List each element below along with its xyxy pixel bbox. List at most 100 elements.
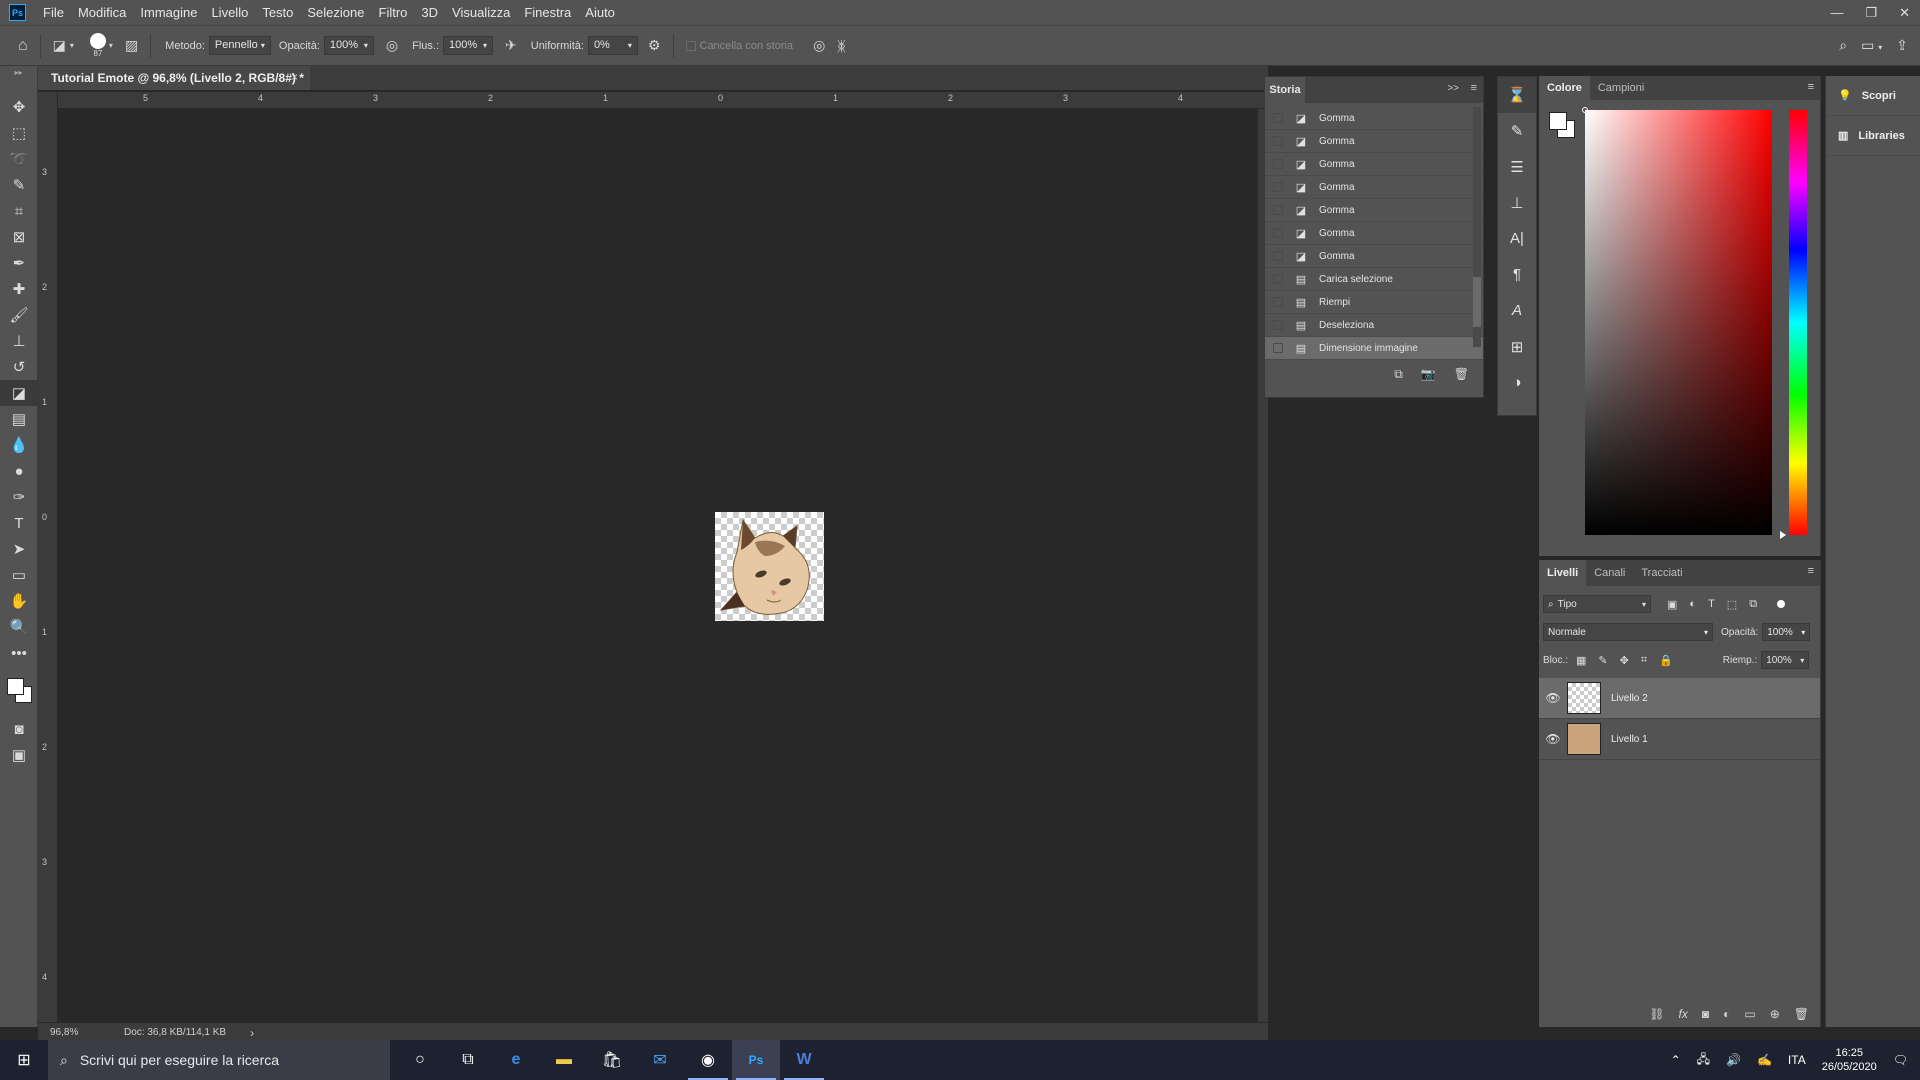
- dodge-tool-icon[interactable]: ●: [0, 458, 38, 484]
- new-document-from-state-icon[interactable]: ⧉: [1394, 367, 1403, 382]
- history-step[interactable]: ◪ Gomma: [1265, 107, 1483, 130]
- pressure-size-icon[interactable]: ◎: [813, 37, 825, 54]
- type-tool-icon[interactable]: T: [0, 510, 38, 536]
- color-picker-field[interactable]: [1585, 110, 1772, 535]
- pen-tool-icon[interactable]: ✑: [0, 484, 38, 510]
- panel-menu-icon[interactable]: ≡: [1808, 565, 1814, 577]
- layer-row[interactable]: 👁 Livello 2: [1539, 678, 1820, 719]
- notifications-icon[interactable]: 🗨: [1893, 1053, 1908, 1067]
- zoom-level[interactable]: 96,8%: [50, 1027, 110, 1038]
- menu-file[interactable]: File: [36, 0, 71, 25]
- filter-adjustment-icon[interactable]: ◐: [1689, 598, 1696, 611]
- foreground-color-swatch[interactable]: [7, 678, 24, 695]
- trash-icon[interactable]: 🗑: [1454, 367, 1469, 381]
- history-step[interactable]: ◪ Gomma: [1265, 176, 1483, 199]
- eyedropper-tool-icon[interactable]: ✒: [0, 250, 38, 276]
- lock-transparency-icon[interactable]: ▦: [1576, 654, 1586, 667]
- method-select[interactable]: Pennello ▾: [208, 36, 271, 55]
- filter-smart-object-icon[interactable]: ⧉: [1749, 598, 1757, 611]
- history-source-checkbox[interactable]: [1273, 343, 1283, 353]
- tab-storia[interactable]: Storia: [1265, 77, 1305, 103]
- history-source-checkbox[interactable]: [1273, 320, 1283, 330]
- color-swatches[interactable]: [0, 666, 37, 716]
- symmetry-icon[interactable]: ᛤ: [837, 38, 845, 54]
- workspace-icon[interactable]: ▭ ▾: [1861, 37, 1882, 54]
- clock[interactable]: 16:25 26/05/2020: [1822, 1046, 1877, 1074]
- menu-filtro[interactable]: Filtro: [372, 0, 415, 25]
- status-menu-arrow[interactable]: ›: [250, 1026, 254, 1040]
- brush-settings-panel-icon[interactable]: ✎: [1498, 113, 1536, 149]
- menu-selezione[interactable]: Selezione: [300, 0, 371, 25]
- fill-field[interactable]: 100% ▾: [1761, 651, 1810, 669]
- opacity-field[interactable]: 100% ▾: [323, 36, 374, 55]
- layer-filter-select[interactable]: ⌕ Tipo ▾: [1543, 595, 1651, 613]
- smoothing-field[interactable]: 0% ▾: [587, 36, 638, 55]
- frame-tool-icon[interactable]: ⊠: [0, 224, 38, 250]
- pressure-opacity-icon[interactable]: ◎: [386, 37, 398, 54]
- paragraph-panel-icon[interactable]: ¶: [1498, 257, 1536, 293]
- hue-slider[interactable]: [1789, 110, 1807, 535]
- document-canvas[interactable]: [715, 512, 824, 621]
- panel-menu-icon[interactable]: ≡: [1471, 82, 1477, 94]
- menu-3d[interactable]: 3D: [414, 0, 445, 25]
- history-step-current[interactable]: ▤ Dimensione immagine: [1265, 337, 1483, 360]
- network-icon[interactable]: 🖧: [1697, 1050, 1710, 1071]
- layer-opacity-field[interactable]: 100% ▾: [1762, 623, 1811, 641]
- history-step[interactable]: ◪ Gomma: [1265, 199, 1483, 222]
- tab-campioni[interactable]: Campioni: [1590, 76, 1652, 100]
- history-source-checkbox[interactable]: [1273, 228, 1283, 238]
- menu-testo[interactable]: Testo: [255, 0, 300, 25]
- add-mask-icon[interactable]: ◙: [1702, 1007, 1709, 1021]
- chevron-up-icon[interactable]: ⌃: [1671, 1053, 1681, 1067]
- close-window-icon[interactable]: ✕: [1899, 5, 1910, 21]
- eraser-tool-icon[interactable]: ◪: [0, 380, 38, 406]
- filter-shape-icon[interactable]: ⬚: [1727, 598, 1737, 611]
- adjustment-layer-icon[interactable]: ◐: [1723, 1007, 1730, 1021]
- menu-finestra[interactable]: Finestra: [517, 0, 578, 25]
- discover-button[interactable]: 💡 Scopri: [1826, 76, 1920, 116]
- minimize-icon[interactable]: —: [1830, 5, 1843, 20]
- marquee-tool-icon[interactable]: ⬚: [0, 120, 38, 146]
- screen-mode-icon[interactable]: ▣: [0, 742, 38, 768]
- history-step[interactable]: ◪ Gomma: [1265, 245, 1483, 268]
- crop-tool-icon[interactable]: ⌗: [0, 198, 38, 224]
- windows-start-icon[interactable]: ⊞: [0, 1040, 48, 1080]
- clone-source-panel-icon[interactable]: ⊥: [1498, 185, 1536, 221]
- new-layer-icon[interactable]: ⊕: [1770, 1007, 1780, 1021]
- foreground-color-swatch[interactable]: [1549, 112, 1567, 130]
- zoom-tool-icon[interactable]: 🔍: [0, 614, 38, 640]
- adjustments-panel-icon[interactable]: ☰: [1498, 149, 1536, 185]
- vertical-ruler[interactable]: 3 2 1 0 1 2 3 4: [38, 92, 58, 1022]
- move-tool-icon[interactable]: ✥: [0, 94, 38, 120]
- horizontal-ruler[interactable]: 5 4 3 2 1 0 1 2 3 4: [58, 92, 1268, 109]
- lasso-tool-icon[interactable]: ➰: [0, 146, 38, 172]
- history-source-checkbox[interactable]: [1273, 159, 1283, 169]
- tab-tracciati[interactable]: Tracciati: [1633, 560, 1690, 586]
- quick-selection-tool-icon[interactable]: ✎: [0, 172, 38, 198]
- history-source-checkbox[interactable]: [1273, 136, 1283, 146]
- edge-browser-icon[interactable]: e: [492, 1040, 540, 1080]
- new-group-folder-icon[interactable]: ▭: [1744, 1007, 1755, 1021]
- trash-icon[interactable]: 🗑: [1794, 1007, 1809, 1021]
- more-tools-icon[interactable]: •••: [0, 640, 38, 666]
- path-selection-tool-icon[interactable]: ➤: [0, 536, 38, 562]
- history-source-checkbox[interactable]: [1273, 113, 1283, 123]
- eye-icon[interactable]: 👁: [1539, 691, 1567, 705]
- brush-preset-picker[interactable]: 87: [89, 33, 106, 58]
- link-layers-icon[interactable]: ⛓: [1649, 1007, 1664, 1021]
- new-snapshot-camera-icon[interactable]: 📷: [1421, 367, 1436, 381]
- erase-to-history-checkbox[interactable]: [685, 40, 696, 51]
- history-brush-tool-icon[interactable]: ↺: [0, 354, 38, 380]
- volume-icon[interactable]: 🔊: [1726, 1053, 1741, 1067]
- document-tab[interactable]: Tutorial Emote @ 96,8% (Livello 2, RGB/8…: [38, 66, 310, 90]
- menu-immagine[interactable]: Immagine: [133, 0, 204, 25]
- menu-modifica[interactable]: Modifica: [71, 0, 133, 25]
- tab-livelli[interactable]: Livelli: [1539, 560, 1587, 586]
- lock-all-icon[interactable]: 🔒: [1659, 654, 1673, 667]
- close-tab-icon[interactable]: ×: [291, 70, 298, 84]
- clone-stamp-tool-icon[interactable]: ⊥: [0, 328, 38, 354]
- chrome-icon[interactable]: ◉: [684, 1040, 732, 1080]
- search-icon[interactable]: ⌕: [1839, 37, 1847, 54]
- menu-aiuto[interactable]: Aiuto: [578, 0, 622, 25]
- layer-row[interactable]: 👁 Livello 1: [1539, 719, 1820, 760]
